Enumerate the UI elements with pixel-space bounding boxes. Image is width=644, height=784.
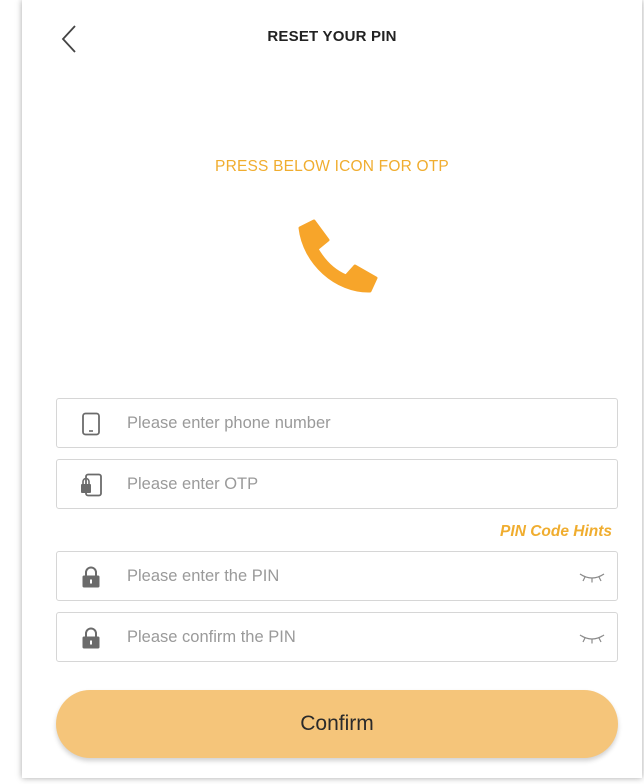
otp-field — [56, 459, 618, 509]
phone-number-input[interactable] — [127, 399, 567, 447]
header: RESET YOUR PIN — [22, 0, 642, 76]
confirm-button[interactable]: Confirm — [56, 690, 618, 758]
pin-field — [56, 551, 618, 601]
lock-icon — [77, 564, 105, 590]
pin-code-hints-link[interactable]: PIN Code Hints — [500, 523, 612, 541]
pin-input[interactable] — [127, 552, 567, 600]
phone-icon — [298, 219, 378, 293]
toggle-pin-visibility-button[interactable] — [577, 568, 607, 586]
toggle-confirm-pin-visibility-button[interactable] — [577, 629, 607, 647]
app-screen: RESET YOUR PIN PRESS BELOW ICON FOR OTP … — [22, 0, 642, 778]
eye-closed-icon — [579, 573, 605, 583]
lock-icon — [77, 625, 105, 651]
page-title: RESET YOUR PIN — [267, 28, 397, 45]
otp-device-icon — [77, 472, 105, 498]
otp-input[interactable] — [127, 460, 567, 508]
request-otp-call-button[interactable] — [288, 216, 388, 296]
eye-closed-icon — [579, 634, 605, 644]
confirm-pin-field — [56, 612, 618, 662]
otp-hint-text: PRESS BELOW ICON FOR OTP — [215, 158, 449, 175]
confirm-pin-input[interactable] — [127, 613, 567, 661]
mobile-phone-icon — [77, 411, 105, 437]
phone-number-field — [56, 398, 618, 448]
